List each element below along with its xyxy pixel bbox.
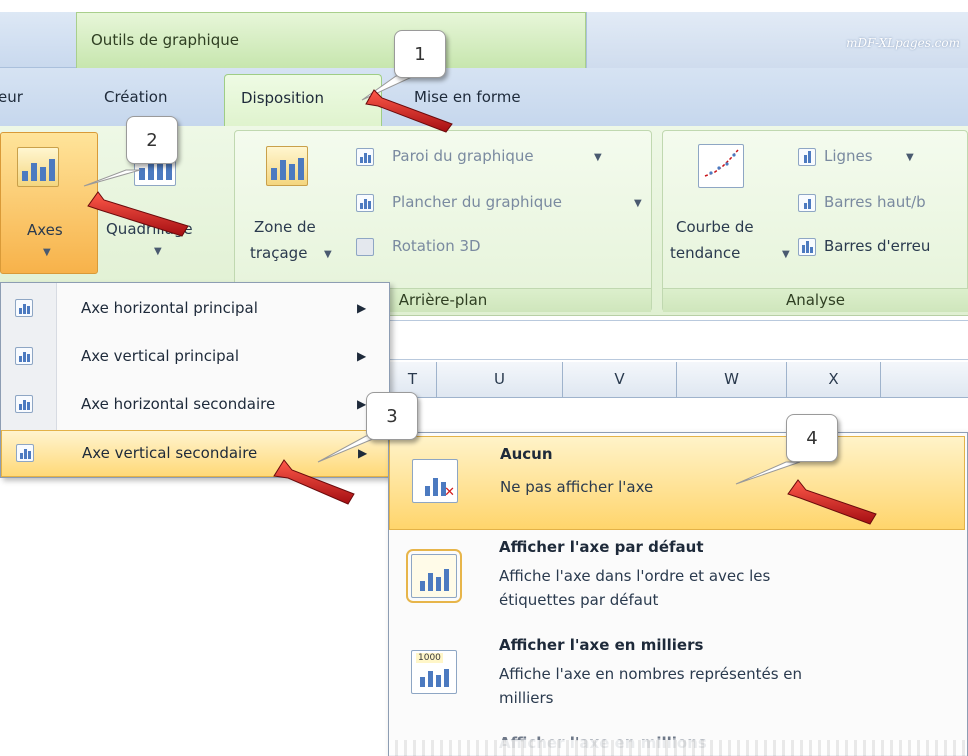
tab-disposition[interactable]: Disposition — [224, 74, 382, 128]
up-down-bars-icon — [798, 194, 816, 212]
axes-label: Axes — [27, 221, 63, 239]
tab-disposition-label: Disposition — [241, 89, 324, 107]
option-aucun[interactable]: ✕ Aucun Ne pas afficher l'axe — [389, 436, 965, 530]
contextual-tab-group-label: Outils de graphique — [76, 12, 586, 68]
lignes-button[interactable]: Lignes ▼ — [796, 144, 968, 174]
axis-icon — [16, 444, 34, 462]
column-header-v[interactable]: V — [562, 362, 676, 398]
menu-item-axe-vertical-principal[interactable]: Axe vertical principal ▶ — [1, 334, 389, 381]
axes-icon — [17, 147, 59, 187]
menu-item-label: Axe vertical secondaire — [82, 444, 258, 462]
plancher-label: Plancher du graphique — [392, 193, 562, 211]
menu-item-axe-vertical-secondaire[interactable]: Axe vertical secondaire ▶ — [1, 430, 389, 477]
thousands-icon-label: 1000 — [416, 653, 443, 663]
option-title: Aucun — [500, 445, 553, 463]
axes-button[interactable]: Axes ▼ — [0, 132, 98, 274]
zone-de-tracage-button[interactable]: Zone de traçage ▼ — [244, 136, 344, 276]
rotation-label: Rotation 3D — [392, 237, 481, 255]
chevron-down-icon: ▼ — [324, 249, 332, 260]
tab-mise-en-forme[interactable]: Mise en forme — [414, 88, 521, 106]
chevron-down-icon: ▼ — [634, 198, 642, 209]
title-bar-right: mDF-XLpages.com — [586, 12, 968, 68]
callout-4: 4 — [786, 414, 838, 462]
column-header-u[interactable]: U — [436, 362, 562, 398]
submenu-arrow-icon: ▶ — [358, 446, 368, 460]
paroi-label: Paroi du graphique — [392, 147, 534, 165]
menu-item-axe-horizontal-principal[interactable]: Axe horizontal principal ▶ — [1, 286, 389, 333]
column-header-w[interactable]: W — [676, 362, 786, 398]
torn-edge — [389, 740, 967, 756]
formula-bar[interactable] — [388, 320, 968, 360]
option-afficher-axe-par-defaut[interactable]: Afficher l'axe par défaut Affiche l'axe … — [389, 534, 965, 630]
option-afficher-axe-en-milliers[interactable]: 1000 Afficher l'axe en milliers Affiche … — [389, 632, 965, 728]
option-description-line2: milliers — [499, 689, 554, 707]
courbe-label-2: tendance — [670, 244, 741, 262]
submenu-arrow-icon: ▶ — [357, 397, 367, 411]
chevron-down-icon: ▼ — [154, 246, 162, 257]
paroi-du-graphique-button[interactable]: Paroi du graphique ▼ — [354, 144, 650, 174]
zone-de-tracage-label-1: Zone de — [254, 218, 316, 236]
courbe-label-1: Courbe de — [676, 218, 754, 236]
plot-area-icon — [266, 146, 308, 186]
chevron-down-icon: ▼ — [782, 249, 790, 260]
watermark: mDF-XLpages.com — [846, 36, 960, 50]
zone-de-tracage-label-2: traçage — [250, 244, 308, 262]
axis-icon — [15, 299, 33, 317]
trendline-icon — [698, 144, 744, 188]
option-description-line1: Affiche l'axe dans l'ordre et avec les — [499, 567, 771, 585]
rotation-3d-button[interactable]: Rotation 3D — [354, 234, 650, 264]
menu-item-axe-horizontal-secondaire[interactable]: Axe horizontal secondaire ▶ — [1, 382, 389, 429]
submenu-arrow-icon: ▶ — [357, 301, 367, 315]
axis-icon — [15, 347, 33, 365]
thousands-axis-icon: 1000 — [411, 650, 457, 694]
option-title: Afficher l'axe en milliers — [499, 636, 704, 654]
no-axis-icon: ✕ — [412, 459, 458, 503]
column-header-next[interactable] — [880, 362, 968, 398]
rotation-3d-icon — [356, 238, 374, 256]
quadrillage-label: Quadrillage — [106, 220, 193, 238]
tab-partial[interactable]: eur — [0, 88, 23, 106]
tab-creation[interactable]: Création — [104, 88, 167, 106]
barres-haut-bas-button[interactable]: Barres haut/b — [796, 190, 968, 220]
callout-1: 1 — [394, 30, 446, 78]
lines-icon — [798, 148, 816, 166]
error-bars-icon — [798, 238, 816, 256]
column-header-x[interactable]: X — [786, 362, 880, 398]
option-description: Ne pas afficher l'axe — [500, 478, 654, 496]
default-axis-icon — [406, 549, 462, 603]
menu-item-label: Axe horizontal secondaire — [81, 395, 276, 413]
option-title: Afficher l'axe par défaut — [499, 538, 704, 556]
group-label-analyse: Analyse — [663, 288, 968, 312]
menu-item-label: Axe horizontal principal — [81, 299, 258, 317]
barres-erreur-label: Barres d'erreu — [824, 237, 931, 255]
plancher-du-graphique-button[interactable]: Plancher du graphique ▼ — [354, 190, 650, 220]
callout-2: 2 — [126, 116, 178, 164]
chart-floor-icon — [356, 194, 374, 212]
callout-3: 3 — [366, 392, 418, 440]
chevron-down-icon: ▼ — [43, 247, 51, 258]
barres-haut-bas-label: Barres haut/b — [824, 193, 926, 211]
chevron-down-icon: ▼ — [594, 152, 602, 163]
option-description-line1: Affiche l'axe en nombres représentés en — [499, 665, 803, 683]
chevron-down-icon: ▼ — [906, 152, 914, 163]
courbe-de-tendance-button[interactable]: Courbe de tendance ▼ — [668, 136, 790, 276]
option-description-line2: étiquettes par défaut — [499, 591, 659, 609]
axis-icon — [15, 395, 33, 413]
chart-wall-icon — [356, 148, 374, 166]
submenu-arrow-icon: ▶ — [357, 349, 367, 363]
menu-item-label: Axe vertical principal — [81, 347, 240, 365]
lignes-label: Lignes — [824, 147, 873, 165]
barres-erreur-button[interactable]: Barres d'erreu — [796, 234, 968, 264]
